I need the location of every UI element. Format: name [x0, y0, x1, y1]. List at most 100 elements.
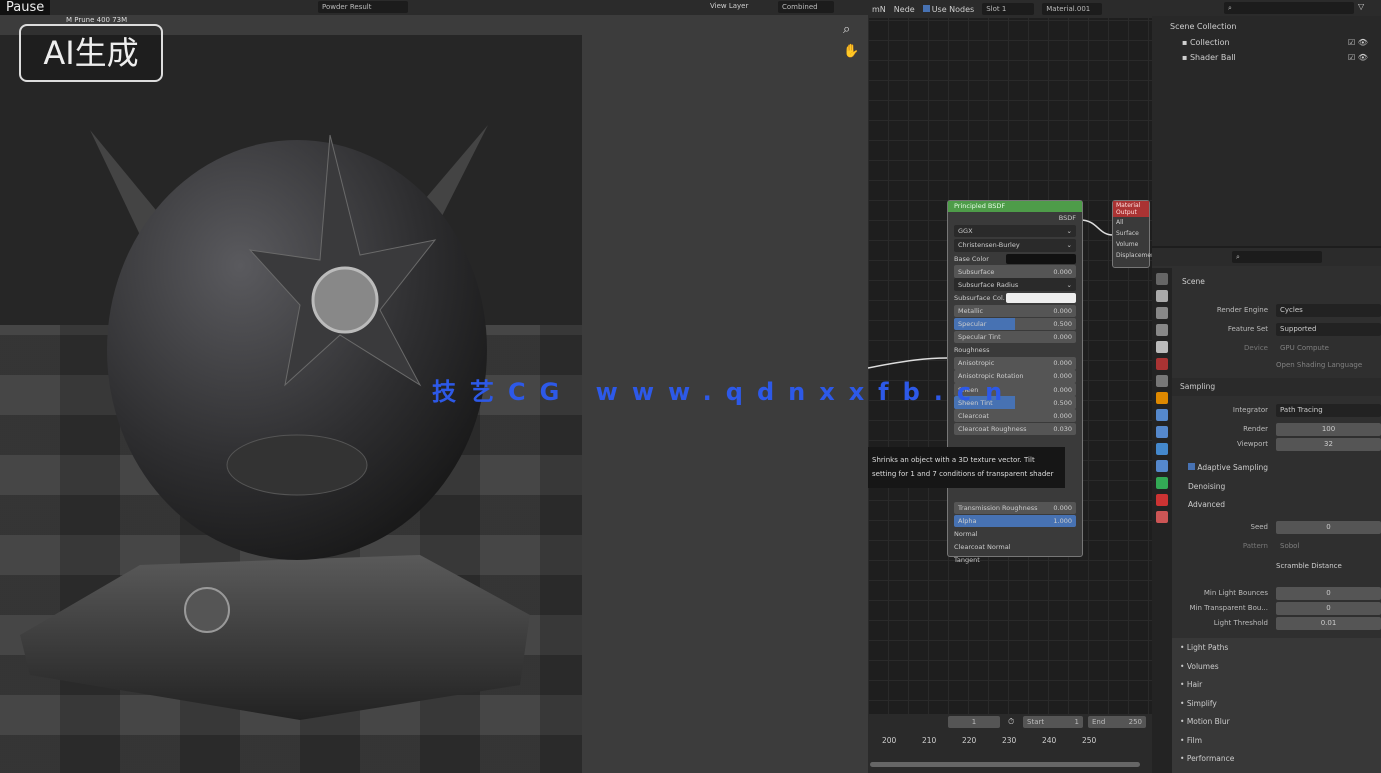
scramble-distance-checkbox[interactable]: Scramble Distance [1276, 562, 1342, 570]
material-tab-icon[interactable] [1156, 494, 1168, 506]
visibility-toggles[interactable]: ☑ 👁 [1348, 38, 1368, 47]
scene-tab-icon[interactable] [1156, 341, 1168, 353]
visibility-toggles[interactable]: ☑ 👁 [1348, 53, 1368, 62]
render-samples-field[interactable]: 100 [1276, 423, 1381, 436]
device-select[interactable]: GPU Compute [1276, 342, 1381, 355]
bsdf-input-subsurface-radius[interactable]: Subsurface Radius⌄ [954, 278, 1076, 291]
view-layer-tab-icon[interactable] [1156, 324, 1168, 336]
input-label: Clearcoat Roughness [958, 425, 1026, 433]
tool-tab-icon[interactable] [1156, 273, 1168, 285]
panel-film[interactable]: • Film [1180, 736, 1202, 745]
adaptive-sampling-checkbox[interactable]: Adaptive Sampling [1188, 463, 1268, 472]
physics-tab-icon[interactable] [1156, 443, 1168, 455]
label: Device [1172, 344, 1276, 352]
bsdf-input-transmission-roughness[interactable]: Transmission Roughness0.000 [954, 502, 1076, 515]
sampling-panel[interactable]: Sampling [1180, 382, 1215, 391]
world-tab-icon[interactable] [1156, 358, 1168, 370]
tooltip-line: Shrinks an object with a 3D texture vect… [872, 453, 1061, 467]
denoising-panel[interactable]: Denoising [1188, 482, 1225, 491]
outliner-item-shader-ball[interactable]: ▪ Shader Ball [1182, 53, 1236, 62]
min-transparent-bounces-field[interactable]: 0 [1276, 602, 1381, 615]
collection-tab-icon[interactable] [1156, 375, 1168, 387]
input-value: 0.500 [1053, 320, 1072, 328]
frame-tick: 230 [1002, 736, 1016, 745]
input-label: Base Color [954, 255, 989, 263]
light-threshold-field[interactable]: 0.01 [1276, 617, 1381, 630]
panel-label: Film [1187, 736, 1202, 745]
bsdf-input-alpha[interactable]: Alpha1.000 [954, 515, 1076, 528]
bsdf-input-normal[interactable]: Normal [954, 528, 1076, 541]
end-frame-field[interactable]: End250 [1088, 716, 1146, 728]
seed-field[interactable]: 0 [1276, 521, 1381, 534]
osl-checkbox[interactable]: Open Shading Language [1276, 361, 1362, 369]
bsdf-input-tangent[interactable]: Tangent [954, 554, 1076, 567]
properties-header: ⌕ [1152, 248, 1381, 266]
bsdf-input-metallic[interactable]: Metallic0.000 [954, 305, 1076, 318]
socket-surface[interactable]: Surface [1113, 228, 1149, 239]
bsdf-input-clearcoat[interactable]: Clearcoat0.000 [954, 409, 1076, 422]
constraints-tab-icon[interactable] [1156, 460, 1168, 472]
data-tab-icon[interactable] [1156, 477, 1168, 489]
pause-button[interactable]: Pause [0, 0, 50, 15]
subsurface-method-dropdown[interactable]: Christensen-Burley⌄ [954, 239, 1076, 252]
panel-volumes[interactable]: • Volumes [1180, 662, 1219, 671]
bsdf-input-base-color[interactable]: Base Color [954, 252, 1076, 265]
render-pass-select[interactable]: Combined [778, 1, 834, 13]
label: Min Light Bounces [1172, 589, 1276, 597]
bsdf-input-roughness[interactable]: Roughness [954, 344, 1076, 357]
target-select[interactable]: All [1113, 217, 1149, 228]
filter-icon[interactable]: ▽ [1358, 2, 1364, 11]
properties-search[interactable]: ⌕ [1232, 251, 1322, 263]
distribution-dropdown[interactable]: GGX⌄ [954, 225, 1076, 238]
bsdf-input-specular[interactable]: Specular0.500 [954, 318, 1076, 331]
timeline[interactable]: 1 ⏱ Start1 End250 200210220230240250 [868, 714, 1152, 773]
outliner-search[interactable]: ⌕ [1224, 2, 1354, 14]
outliner-item-collection[interactable]: ▪ Collection [1182, 38, 1230, 47]
particles-tab-icon[interactable] [1156, 426, 1168, 438]
advanced-panel[interactable]: Advanced [1188, 500, 1225, 509]
current-frame-field[interactable]: 1 [948, 716, 1000, 728]
texture-tab-icon[interactable] [1156, 511, 1168, 523]
node-title[interactable]: Principled BSDF [948, 201, 1082, 212]
feature-set-select[interactable]: Supported [1276, 323, 1381, 336]
viewport-samples-field[interactable]: 32 [1276, 438, 1381, 451]
socket-displacement[interactable]: Displacement [1113, 250, 1149, 261]
color-swatch[interactable] [1006, 293, 1076, 303]
pattern-select[interactable]: Sobol [1276, 540, 1381, 553]
render-tab-icon[interactable] [1156, 290, 1168, 302]
material-output-node[interactable]: Material Output All Surface Volume Displ… [1112, 200, 1150, 268]
view-layer[interactable]: View Layer [710, 2, 748, 10]
node-title[interactable]: Material Output [1113, 201, 1149, 217]
modifier-tab-icon[interactable] [1156, 409, 1168, 421]
bsdf-input-clearcoat-roughness[interactable]: Clearcoat Roughness0.030 [954, 423, 1076, 436]
panel-light-paths[interactable]: • Light Paths [1180, 643, 1228, 652]
panel-hair[interactable]: • Hair [1180, 680, 1202, 689]
start-frame-field[interactable]: Start1 [1023, 716, 1083, 728]
panel-performance[interactable]: • Performance [1180, 754, 1234, 763]
output-tab-icon[interactable] [1156, 307, 1168, 319]
shading-field[interactable]: Powder Result [318, 1, 408, 13]
min-light-bounces-field[interactable]: 0 [1276, 587, 1381, 600]
scene-collection[interactable]: Scene Collection [1170, 22, 1237, 31]
object-tab-icon[interactable] [1156, 392, 1168, 404]
properties-editor[interactable]: ⌕ Scene Render EngineCycles Feature SetS… [1152, 248, 1381, 773]
bsdf-input-clearcoat-normal[interactable]: Clearcoat Normal [954, 541, 1076, 554]
end-value: 250 [1129, 716, 1142, 728]
integrator-select[interactable]: Path Tracing [1276, 404, 1381, 417]
input-label: Alpha [958, 517, 976, 525]
bsdf-input-subsurface[interactable]: Subsurface0.000 [954, 265, 1076, 278]
stopwatch-icon[interactable]: ⏱ [1008, 717, 1014, 727]
properties-tabs[interactable] [1152, 268, 1172, 773]
panel-simplify[interactable]: • Simplify [1180, 699, 1217, 708]
socket-volume[interactable]: Volume [1113, 239, 1149, 250]
bsdf-input-specular-tint[interactable]: Specular Tint0.000 [954, 331, 1076, 344]
panel-motion-blur[interactable]: • Motion Blur [1180, 717, 1230, 726]
bsdf-input-anisotropic[interactable]: Anisotropic0.000 [954, 357, 1076, 370]
color-swatch[interactable] [1006, 254, 1076, 264]
outliner[interactable]: ⌕ ▽ Scene Collection ▪ Collection ▪ Shad… [1152, 0, 1381, 246]
timeline-scrollbar[interactable] [870, 762, 1140, 767]
render-engine-select[interactable]: Cycles [1276, 304, 1381, 317]
hand-pan-icon[interactable]: ✋ [843, 44, 859, 59]
zoom-icon[interactable]: ⌕ [843, 22, 850, 37]
bsdf-input-subsurface-col-[interactable]: Subsurface Col. [954, 292, 1076, 305]
